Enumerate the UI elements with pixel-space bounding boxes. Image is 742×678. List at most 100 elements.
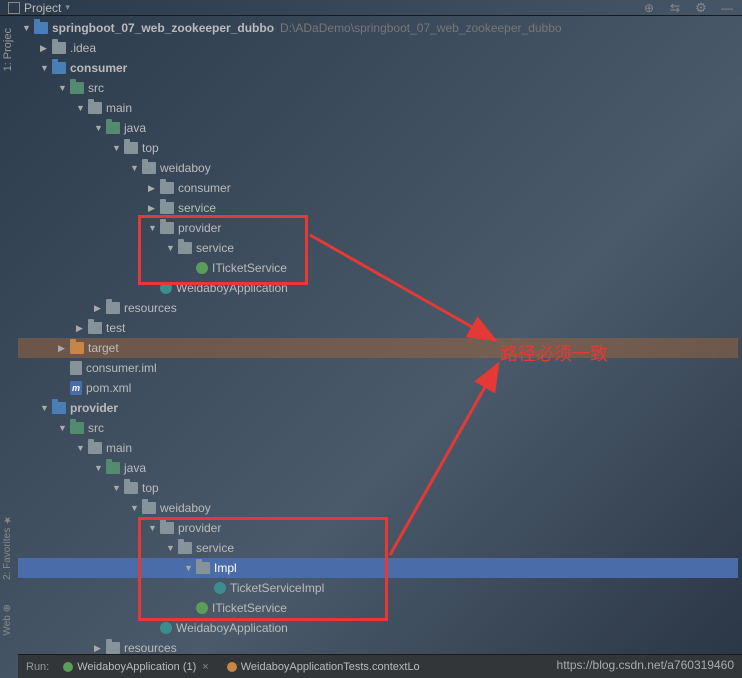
expand-icon[interactable] xyxy=(184,563,194,573)
java-icon xyxy=(214,582,226,594)
tree-item-label: java xyxy=(124,461,146,475)
tree-row[interactable]: main xyxy=(18,438,738,458)
expand-icon[interactable] xyxy=(40,403,50,413)
tree-item-label: consumer xyxy=(178,181,231,195)
tree-item-label: top xyxy=(142,141,159,155)
tree-item-label: resources xyxy=(124,641,177,655)
tree-item-label: main xyxy=(106,101,132,115)
run-tab-1[interactable]: WeidaboyApplication (1) × xyxy=(59,659,212,675)
tree-row[interactable]: top xyxy=(18,138,738,158)
expand-icon[interactable] xyxy=(76,323,86,334)
tree-row[interactable]: service xyxy=(18,198,738,218)
tree-row[interactable]: provider xyxy=(18,218,738,238)
expand-icon[interactable] xyxy=(94,303,104,314)
tree-item-label: .idea xyxy=(70,41,96,55)
package-icon xyxy=(160,202,174,214)
tree-row[interactable]: provider xyxy=(18,398,738,418)
folder-icon xyxy=(52,42,66,54)
gear-icon[interactable]: ⚙ xyxy=(694,1,708,15)
expand-icon[interactable] xyxy=(166,543,176,553)
close-icon[interactable]: × xyxy=(202,661,208,673)
expand-icon[interactable] xyxy=(112,143,122,153)
tree-item-label: consumer.iml xyxy=(86,361,157,375)
tree-row[interactable]: provider xyxy=(18,518,738,538)
tree-row[interactable]: java xyxy=(18,458,738,478)
target-icon xyxy=(70,342,84,354)
tree-row[interactable]: java xyxy=(18,118,738,138)
tree-row[interactable]: consumer xyxy=(18,178,738,198)
folder-icon xyxy=(88,442,102,454)
expand-icon[interactable] xyxy=(40,63,50,73)
tree-row[interactable]: WeidaboyApplication xyxy=(18,278,738,298)
tree-row[interactable]: Impl xyxy=(18,558,738,578)
tree-row[interactable]: ITicketService xyxy=(18,598,738,618)
package-icon xyxy=(160,222,174,234)
tree-row[interactable]: target xyxy=(18,338,738,358)
folder-icon xyxy=(88,322,102,334)
package-icon xyxy=(196,562,210,574)
side-tab-web[interactable]: Web ⊕ xyxy=(0,600,15,640)
dropdown-icon[interactable]: ▾ xyxy=(65,2,70,13)
expand-icon[interactable] xyxy=(130,163,140,173)
project-header-icon xyxy=(8,2,20,14)
expand-icon[interactable] xyxy=(148,203,158,214)
tree-row[interactable]: src xyxy=(18,418,738,438)
tree-row[interactable]: weidaboy xyxy=(18,498,738,518)
tree-item-label: consumer xyxy=(70,61,127,75)
tree-row[interactable]: ITicketService xyxy=(18,258,738,278)
expand-icon[interactable] xyxy=(58,423,68,433)
expand-icon[interactable] xyxy=(22,23,32,33)
run-label: Run: xyxy=(26,661,49,673)
tree-row[interactable]: resources xyxy=(18,298,738,318)
expand-icon[interactable] xyxy=(112,483,122,493)
tree-row[interactable]: main xyxy=(18,98,738,118)
expand-icon[interactable] xyxy=(76,443,86,453)
tree-row[interactable]: service xyxy=(18,238,738,258)
tree-item-label: TicketServiceImpl xyxy=(230,581,324,595)
top-bar: Project ▾ ⊕ ⇆ ⚙ — xyxy=(0,0,742,16)
tree-row[interactable]: consumer.iml xyxy=(18,358,738,378)
tree-item-label: Impl xyxy=(214,561,237,575)
expand-icon[interactable] xyxy=(40,43,50,54)
hide-icon[interactable]: — xyxy=(720,1,734,15)
source-icon xyxy=(106,462,120,474)
tree-row[interactable]: pom.xml xyxy=(18,378,738,398)
expand-icon[interactable] xyxy=(166,243,176,253)
tree-item-label: top xyxy=(142,481,159,495)
expand-icon[interactable] xyxy=(130,503,140,513)
globe-icon[interactable]: ⊕ xyxy=(642,1,656,15)
package-icon xyxy=(160,522,174,534)
tree-item-label: service xyxy=(178,201,216,215)
tree-row[interactable]: weidaboy xyxy=(18,158,738,178)
tree-row[interactable]: TicketServiceImpl xyxy=(18,578,738,598)
expand-icon[interactable] xyxy=(94,123,104,133)
tree-row[interactable]: service xyxy=(18,538,738,558)
expand-icon[interactable] xyxy=(148,183,158,194)
tree-row[interactable]: WeidaboyApplication xyxy=(18,618,738,638)
watermark: https://blog.csdn.net/a760319460 xyxy=(557,658,734,672)
project-header[interactable]: Project ▾ xyxy=(8,1,70,15)
side-tab-project[interactable]: 1: Projec xyxy=(0,20,16,79)
tree-root[interactable]: springboot_07_web_zookeeper_dubbo D:\ADa… xyxy=(18,18,738,38)
tree-item-label: src xyxy=(88,421,104,435)
package-icon xyxy=(124,482,138,494)
expand-icon[interactable] xyxy=(94,463,104,473)
tree-row[interactable]: test xyxy=(18,318,738,338)
tree-row[interactable]: consumer xyxy=(18,58,738,78)
expand-icon[interactable] xyxy=(94,643,104,654)
annotation-text: 路径必须一致 xyxy=(500,340,608,366)
run-tab-2[interactable]: WeidaboyApplicationTests.contextLo xyxy=(223,659,424,675)
tree-row[interactable]: top xyxy=(18,478,738,498)
expand-icon[interactable] xyxy=(148,223,158,233)
expand-icon[interactable] xyxy=(58,83,68,93)
expand-icon[interactable] xyxy=(148,523,158,533)
collapse-icon[interactable]: ⇆ xyxy=(668,1,682,15)
expand-icon[interactable] xyxy=(76,103,86,113)
expand-icon[interactable] xyxy=(58,343,68,354)
tree-item-label: src xyxy=(88,81,104,95)
tree-item-label: ITicketService xyxy=(212,601,287,615)
side-tab-favorites[interactable]: 2: Favorites ★ xyxy=(0,510,15,584)
tree-row[interactable]: src xyxy=(18,78,738,98)
package-icon xyxy=(178,542,192,554)
tree-row[interactable]: .idea xyxy=(18,38,738,58)
